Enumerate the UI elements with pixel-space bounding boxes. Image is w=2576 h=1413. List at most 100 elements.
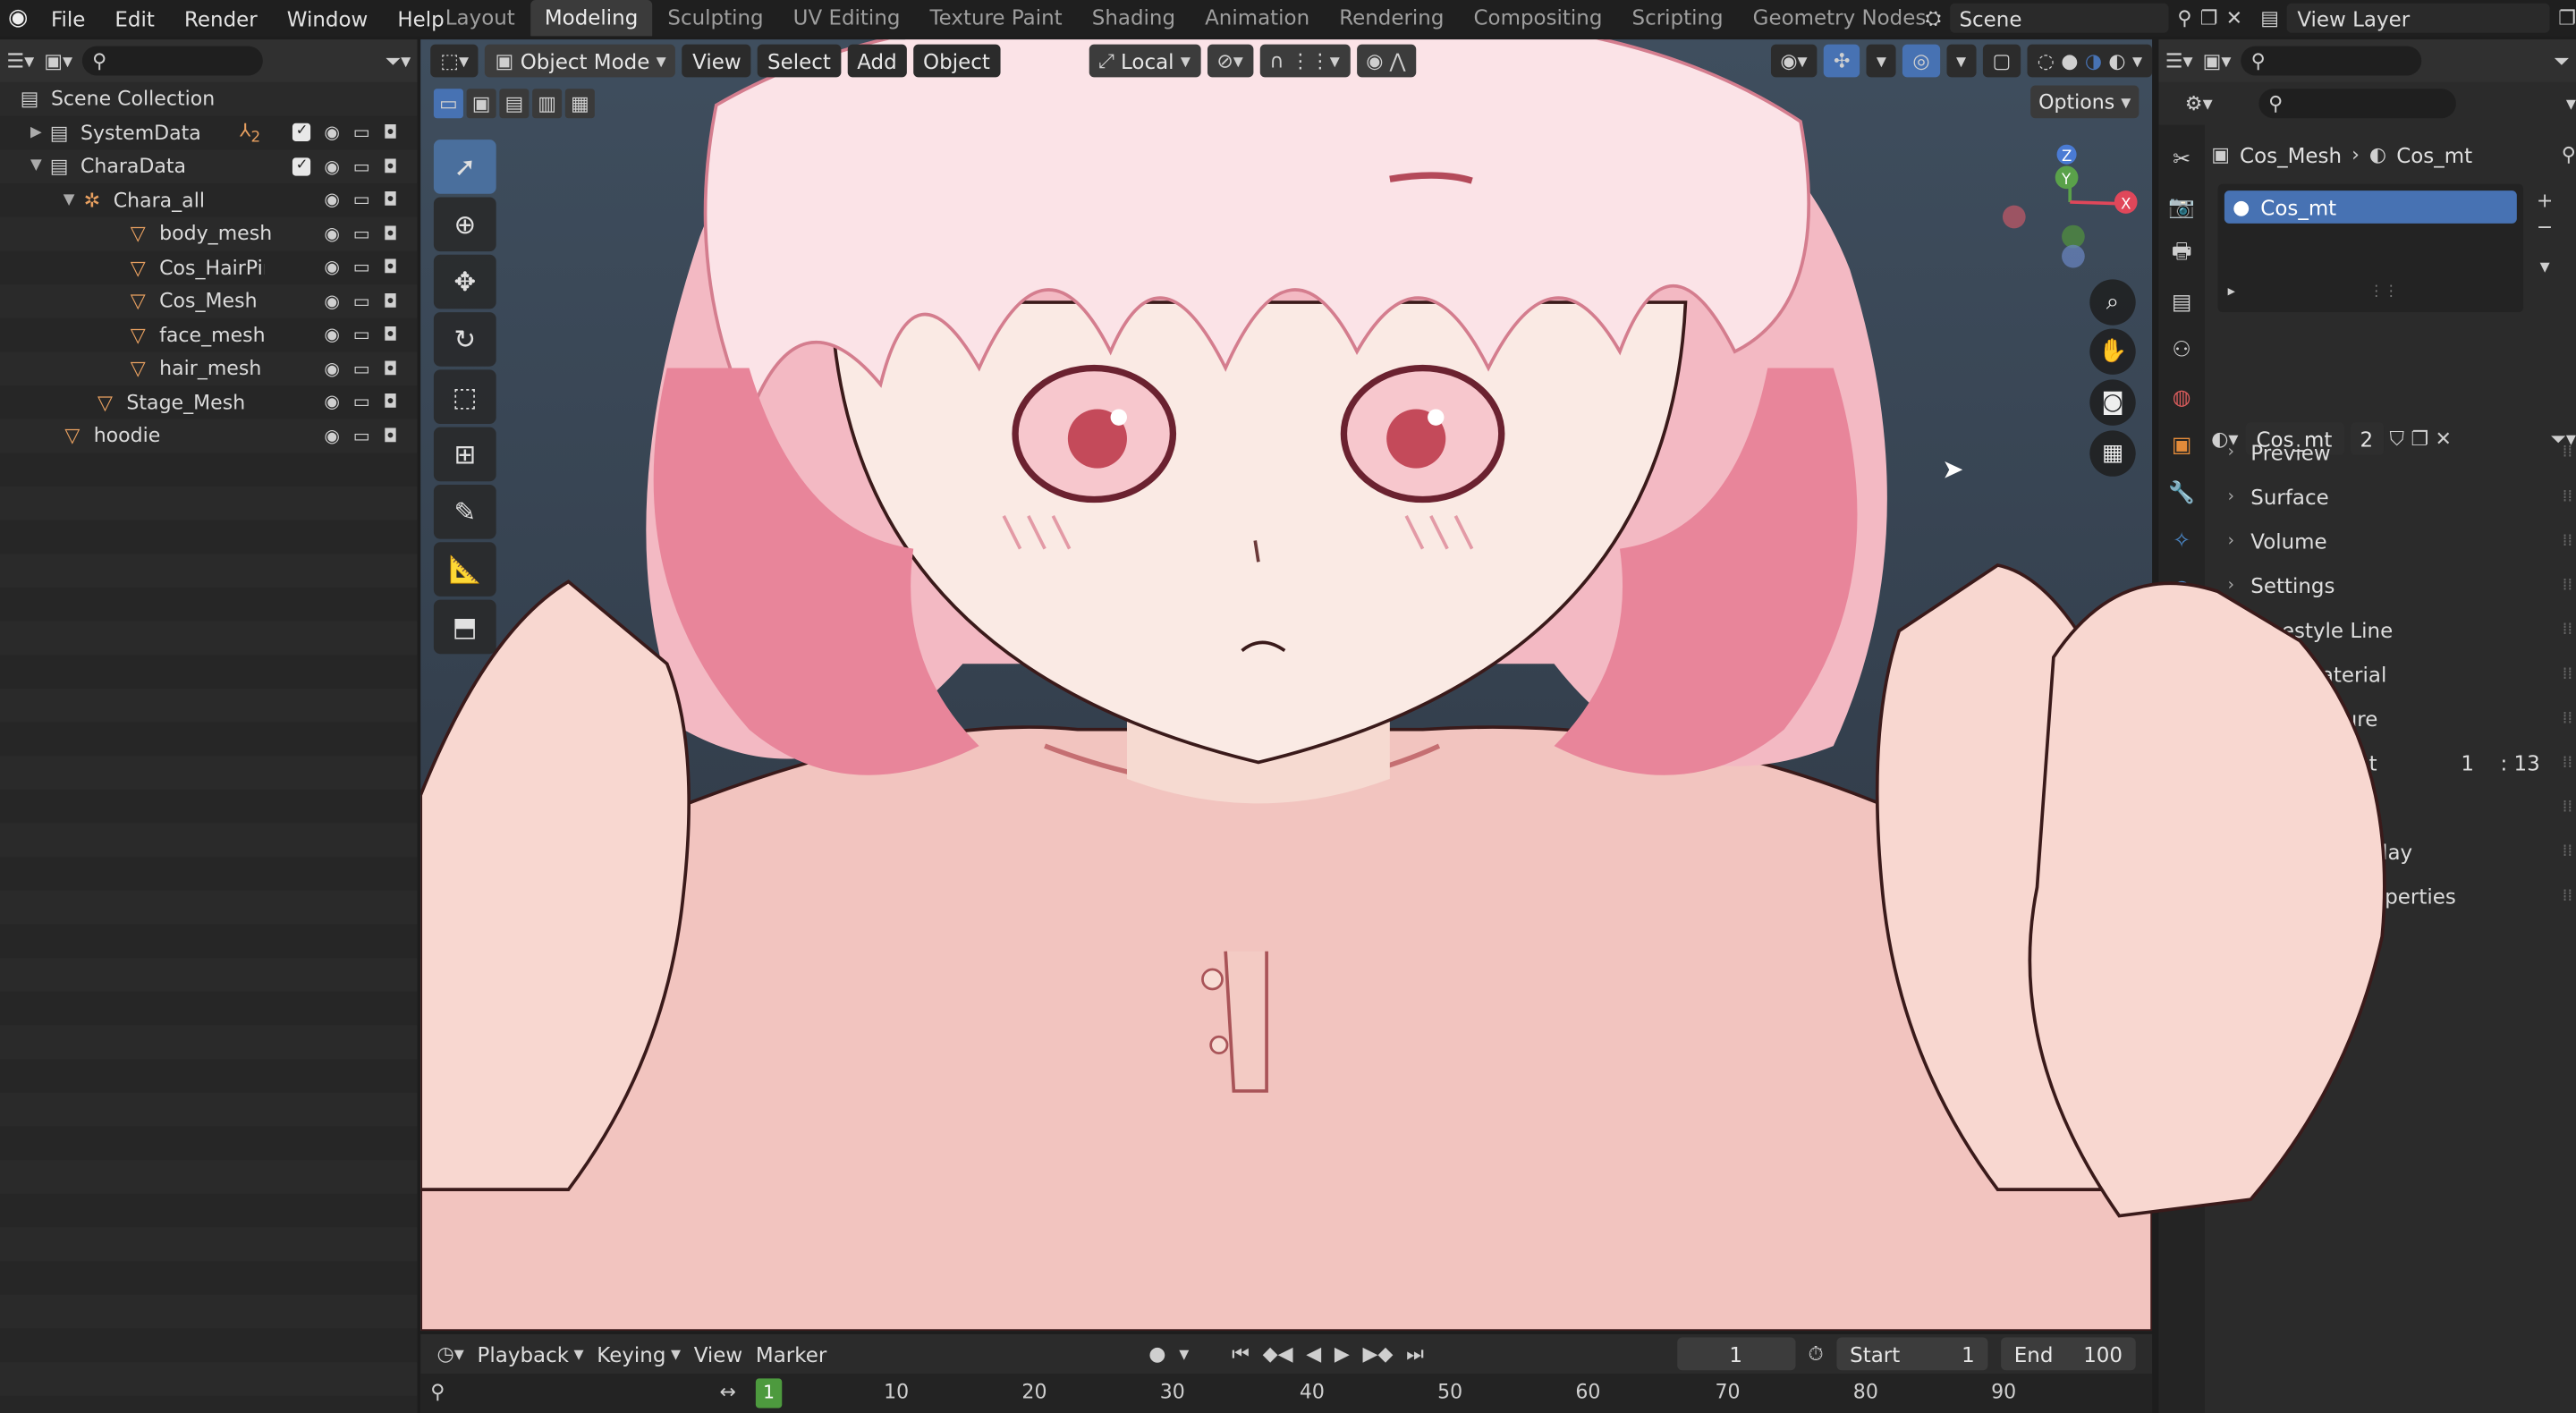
camera-icon[interactable]: ◘ (383, 324, 397, 345)
timeline-ruler[interactable]: ⚲ ↔ 1 10 20 30 40 50 60 70 80 90 (420, 1373, 2153, 1413)
monitor-icon[interactable]: ▭ (353, 257, 370, 278)
select-intersect-icon[interactable]: ▦ (564, 89, 595, 119)
navigation-gizmo[interactable]: Z Y X (1987, 144, 2152, 276)
monitor-icon[interactable]: ▭ (353, 190, 370, 211)
camera-icon[interactable]: ◘ (383, 291, 397, 312)
neg-x-ball[interactable] (2002, 205, 2026, 229)
drag-grip-icon[interactable]: ⁞⁞ (2563, 443, 2573, 461)
rotate-tool[interactable]: ↻ (433, 312, 496, 367)
drag-grip-icon[interactable]: ⁞⁞ (2563, 798, 2573, 816)
tree-item-cos-hairpin[interactable]: ▽ Cos_HairPin ◉ ▭ ◘ (0, 250, 418, 284)
xray-toggle[interactable]: ▢ (1982, 44, 2021, 78)
exclude-checkbox[interactable]: ✓ (292, 157, 311, 176)
view-layer-selector[interactable]: ▤ View Layer ❐ (2260, 2, 2576, 35)
properties-filter-input[interactable]: ⚲ (2258, 89, 2456, 119)
editor-type-icon[interactable]: ☰▾ (2165, 51, 2193, 71)
eye-icon[interactable]: ◉ (324, 425, 340, 446)
tree-item-cos-mesh[interactable]: ▽ Cos_Mesh ◉ ▭ ◘ (0, 284, 418, 318)
object-tab-icon[interactable]: ▣ (2164, 427, 2199, 463)
drag-grip-icon[interactable]: ⁞⁞ (2563, 531, 2573, 549)
neg-z-ball[interactable] (2062, 244, 2085, 268)
move-tool[interactable]: ✥ (433, 254, 496, 309)
neg-y-ball[interactable] (2062, 224, 2085, 249)
scene-name[interactable]: Scene (1949, 3, 2170, 33)
chevron-down-icon[interactable]: ▾ (1179, 1344, 1189, 1364)
drag-grip-icon[interactable]: ⁞⁞ (2563, 709, 2573, 727)
jump-end-icon[interactable]: ⏭ (1406, 1344, 1424, 1364)
select-subtract-icon[interactable]: ▤ (499, 89, 530, 119)
tree-item-scene-collection[interactable]: ▤ Scene Collection (0, 82, 418, 116)
expand-arrow-icon[interactable]: ▶ (26, 124, 46, 140)
drag-grip-icon[interactable]: ⁞⁞ (2563, 621, 2573, 639)
panel-volume[interactable]: › Volume ⁞⁞ (2228, 522, 2576, 558)
eye-icon[interactable]: ◉ (324, 392, 340, 413)
select-extend-icon[interactable]: ▣ (466, 89, 496, 119)
perspective-grid-icon[interactable]: ▦ (2089, 430, 2136, 477)
expand-arrow-icon[interactable]: ▸ (2228, 285, 2235, 301)
tree-item-stage-mesh[interactable]: ▽ Stage_Mesh ◉ ▭ ◘ (0, 385, 418, 419)
view-menu[interactable]: View (694, 1341, 742, 1366)
monitor-icon[interactable]: ▭ (353, 223, 370, 244)
eye-icon[interactable]: ◉ (324, 122, 340, 143)
resize-grip-icon[interactable]: ⋮⋮ (2369, 285, 2399, 301)
gizmo-dropdown[interactable]: ▾ (1866, 44, 1896, 78)
scene-selector[interactable]: ⛭ Scene ⚲ ❐ ✕ (1926, 2, 2242, 35)
eye-icon[interactable]: ◉ (324, 257, 340, 278)
tab-sculpting[interactable]: Sculpting (653, 0, 778, 36)
tree-item-hoodie[interactable]: ▽ hoodie ◉ ▭ ◘ (0, 419, 418, 453)
tab-shading[interactable]: Shading (1077, 0, 1190, 36)
tool-tab-icon[interactable]: ✂ (2164, 141, 2199, 177)
scale-tool[interactable]: ⬚ (433, 369, 496, 424)
output-tab-icon[interactable]: 🖶 (2164, 237, 2199, 273)
tab-texture-paint[interactable]: Texture Paint (915, 0, 1077, 36)
outliner-search-input[interactable]: ⚲ (82, 46, 264, 76)
select-invert-icon[interactable]: ▥ (532, 89, 563, 119)
view-layer-tab-icon[interactable]: ▤ (2164, 284, 2199, 320)
remove-slot-icon[interactable]: − (2537, 217, 2553, 237)
jump-start-icon[interactable]: ⏮ (1232, 1344, 1250, 1364)
drag-grip-icon[interactable]: ⁞⁞ (2563, 886, 2573, 904)
camera-icon[interactable]: ◘ (383, 358, 397, 379)
select-box-tool[interactable]: ➚ (433, 140, 496, 194)
object-menu[interactable]: Object (913, 44, 1000, 78)
measure-tool[interactable]: 📐 (433, 542, 496, 597)
options-dropdown[interactable]: Options ▾ (2030, 85, 2140, 119)
monitor-icon[interactable]: ▭ (353, 122, 370, 143)
material-slot-list[interactable]: ● Cos_mt ▸ ⋮⋮ (2217, 183, 2524, 313)
eye-icon[interactable]: ◉ (324, 223, 340, 244)
monitor-icon[interactable]: ▭ (353, 358, 370, 379)
editor-type-icon[interactable]: ☰▾ (6, 51, 34, 71)
view-menu[interactable]: View (682, 44, 751, 78)
tree-item-chara-all[interactable]: ▼ ✲ Chara_all ◉ ▭ ◘ (0, 183, 418, 217)
monitor-icon[interactable]: ▭ (353, 156, 370, 177)
drag-grip-icon[interactable]: ⁞⁞ (2563, 664, 2573, 682)
menu-edit[interactable]: Edit (100, 5, 170, 30)
menu-window[interactable]: Window (272, 5, 383, 30)
drag-grip-icon[interactable]: ⁞⁞ (2563, 576, 2573, 594)
playhead[interactable]: 1 (755, 1378, 783, 1409)
record-icon[interactable]: ● (1148, 1344, 1165, 1364)
eye-icon[interactable]: ◉ (324, 324, 340, 345)
camera-view-icon[interactable]: ◙ (2089, 379, 2136, 426)
camera-icon[interactable]: ◘ (383, 257, 397, 278)
monitor-icon[interactable]: ▭ (353, 392, 370, 413)
keying-menu[interactable]: Keying ▾ (597, 1341, 681, 1366)
current-frame-field[interactable]: 1 (1676, 1337, 1795, 1371)
collapse-arrow-icon[interactable]: ▼ (26, 158, 46, 174)
tree-item-face-mesh[interactable]: ▽ face_mesh ◉ ▭ ◘ (0, 317, 418, 351)
tab-animation[interactable]: Animation (1191, 0, 1325, 36)
render-tab-icon[interactable]: 📷 (2164, 189, 2199, 224)
tab-uv-editing[interactable]: UV Editing (778, 0, 915, 36)
tab-rendering[interactable]: Rendering (1325, 0, 1459, 36)
material-slot-item[interactable]: ● Cos_mt (2224, 190, 2517, 224)
annotate-tool[interactable]: ✎ (433, 484, 496, 539)
display-mode-icon[interactable]: ▣▾ (44, 51, 72, 71)
playback-menu[interactable]: Playback ▾ (478, 1341, 584, 1366)
editor-type-button[interactable]: ⬚▾ (430, 44, 479, 78)
shading-buttons[interactable]: ◌ ● ◑ ◐ ▾ (2027, 44, 2153, 78)
particles-tab-icon[interactable]: ✧ (2164, 522, 2199, 558)
view-layer-name[interactable]: View Layer (2287, 3, 2550, 33)
scroll-arrows-icon[interactable]: ↔ (719, 1382, 735, 1401)
clock-icon[interactable]: ◷▾ (437, 1344, 464, 1364)
world-tab-icon[interactable]: ◍ (2164, 379, 2199, 415)
